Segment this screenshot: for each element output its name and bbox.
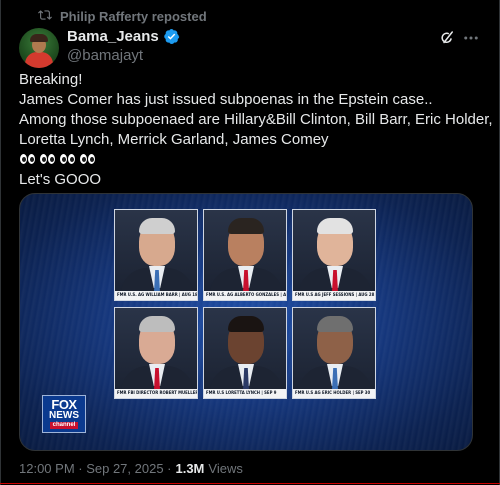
tweet-line: Loretta Lynch, Merrick Garland, James Co… <box>19 131 329 148</box>
photo-tile-3: FMR FBI DIRECTOR ROBERT MUELLER | SEP 2 <box>114 307 198 399</box>
grok-icon[interactable] <box>438 29 456 47</box>
author-display-name[interactable]: Bama_Jeans <box>67 28 159 45</box>
author-handle[interactable]: @bamajayt <box>67 47 143 64</box>
eyes-emoji-row <box>19 150 484 170</box>
photo-caption: FMR U.S AG JEFF SESSIONS | AUG 28 <box>293 291 375 300</box>
photo-caption: FMR FBI DIRECTOR ROBERT MUELLER | SEP 2 <box>115 389 197 398</box>
eyes-emoji-icon <box>19 152 35 166</box>
logo-channel-text: channel <box>49 422 79 429</box>
photo-tile-0: FMR U.S. AG WILLIAM BARR | AUG 18 <box>114 209 198 301</box>
eyes-emoji-icon <box>59 152 75 166</box>
tweet-line: James Comer has just issued subpoenas in… <box>19 91 433 108</box>
eyes-emoji-icon <box>80 152 96 166</box>
author-name-row[interactable]: Bama_Jeans <box>67 28 180 45</box>
logo-news-text: NEWS <box>49 410 79 421</box>
repost-icon <box>38 8 52 25</box>
tweet-meta: 12:00 PM · Sep 27, 2025 · 1.3M Views <box>19 461 243 476</box>
photo-grid: FMR U.S. AG WILLIAM BARR | AUG 18 FMR U.… <box>114 209 376 399</box>
tweet-line: Let's GOOO <box>19 171 102 188</box>
photo-tile-2: FMR U.S AG JEFF SESSIONS | AUG 28 <box>292 209 376 301</box>
photo-caption: FMR U.S. AG ALBERTO GONZALES | AUG 26 <box>204 291 286 300</box>
views-count: 1.3M <box>175 461 205 476</box>
bottom-divider <box>0 483 500 484</box>
tweet-line: Among those subpoenaed are Hillary&Bill … <box>19 111 493 128</box>
tweet-media-image[interactable]: FMR U.S. AG WILLIAM BARR | AUG 18 FMR U.… <box>19 193 473 451</box>
photo-caption: FMR U.S AG ERIC HOLDER | SEP 30 <box>293 389 375 398</box>
photo-caption: FMR U.S. AG WILLIAM BARR | AUG 18 <box>115 291 197 300</box>
tweet-line: Breaking! <box>19 71 83 88</box>
repost-text: Philip Rafferty reposted <box>60 8 207 24</box>
tweet-text: Breaking! James Comer has just issued su… <box>19 70 493 190</box>
tweet-timestamp[interactable]: 12:00 PM · Sep 27, 2025 · <box>19 461 171 476</box>
photo-caption: FMR U.S LORETTA LYNCH | SEP 9 <box>204 389 286 398</box>
repost-header[interactable]: Philip Rafferty reposted <box>38 8 207 24</box>
views-label: Views <box>208 461 243 476</box>
verified-badge-icon[interactable] <box>163 28 180 45</box>
photo-tile-5: FMR U.S AG ERIC HOLDER | SEP 30 <box>292 307 376 399</box>
fox-news-logo: FOX NEWS channel <box>42 395 86 433</box>
avatar[interactable] <box>19 28 59 68</box>
more-horizontal-icon[interactable] <box>462 29 480 47</box>
photo-tile-1: FMR U.S. AG ALBERTO GONZALES | AUG 26 <box>203 209 287 301</box>
photo-tile-4: FMR U.S LORETTA LYNCH | SEP 9 <box>203 307 287 399</box>
eyes-emoji-icon <box>39 152 55 166</box>
